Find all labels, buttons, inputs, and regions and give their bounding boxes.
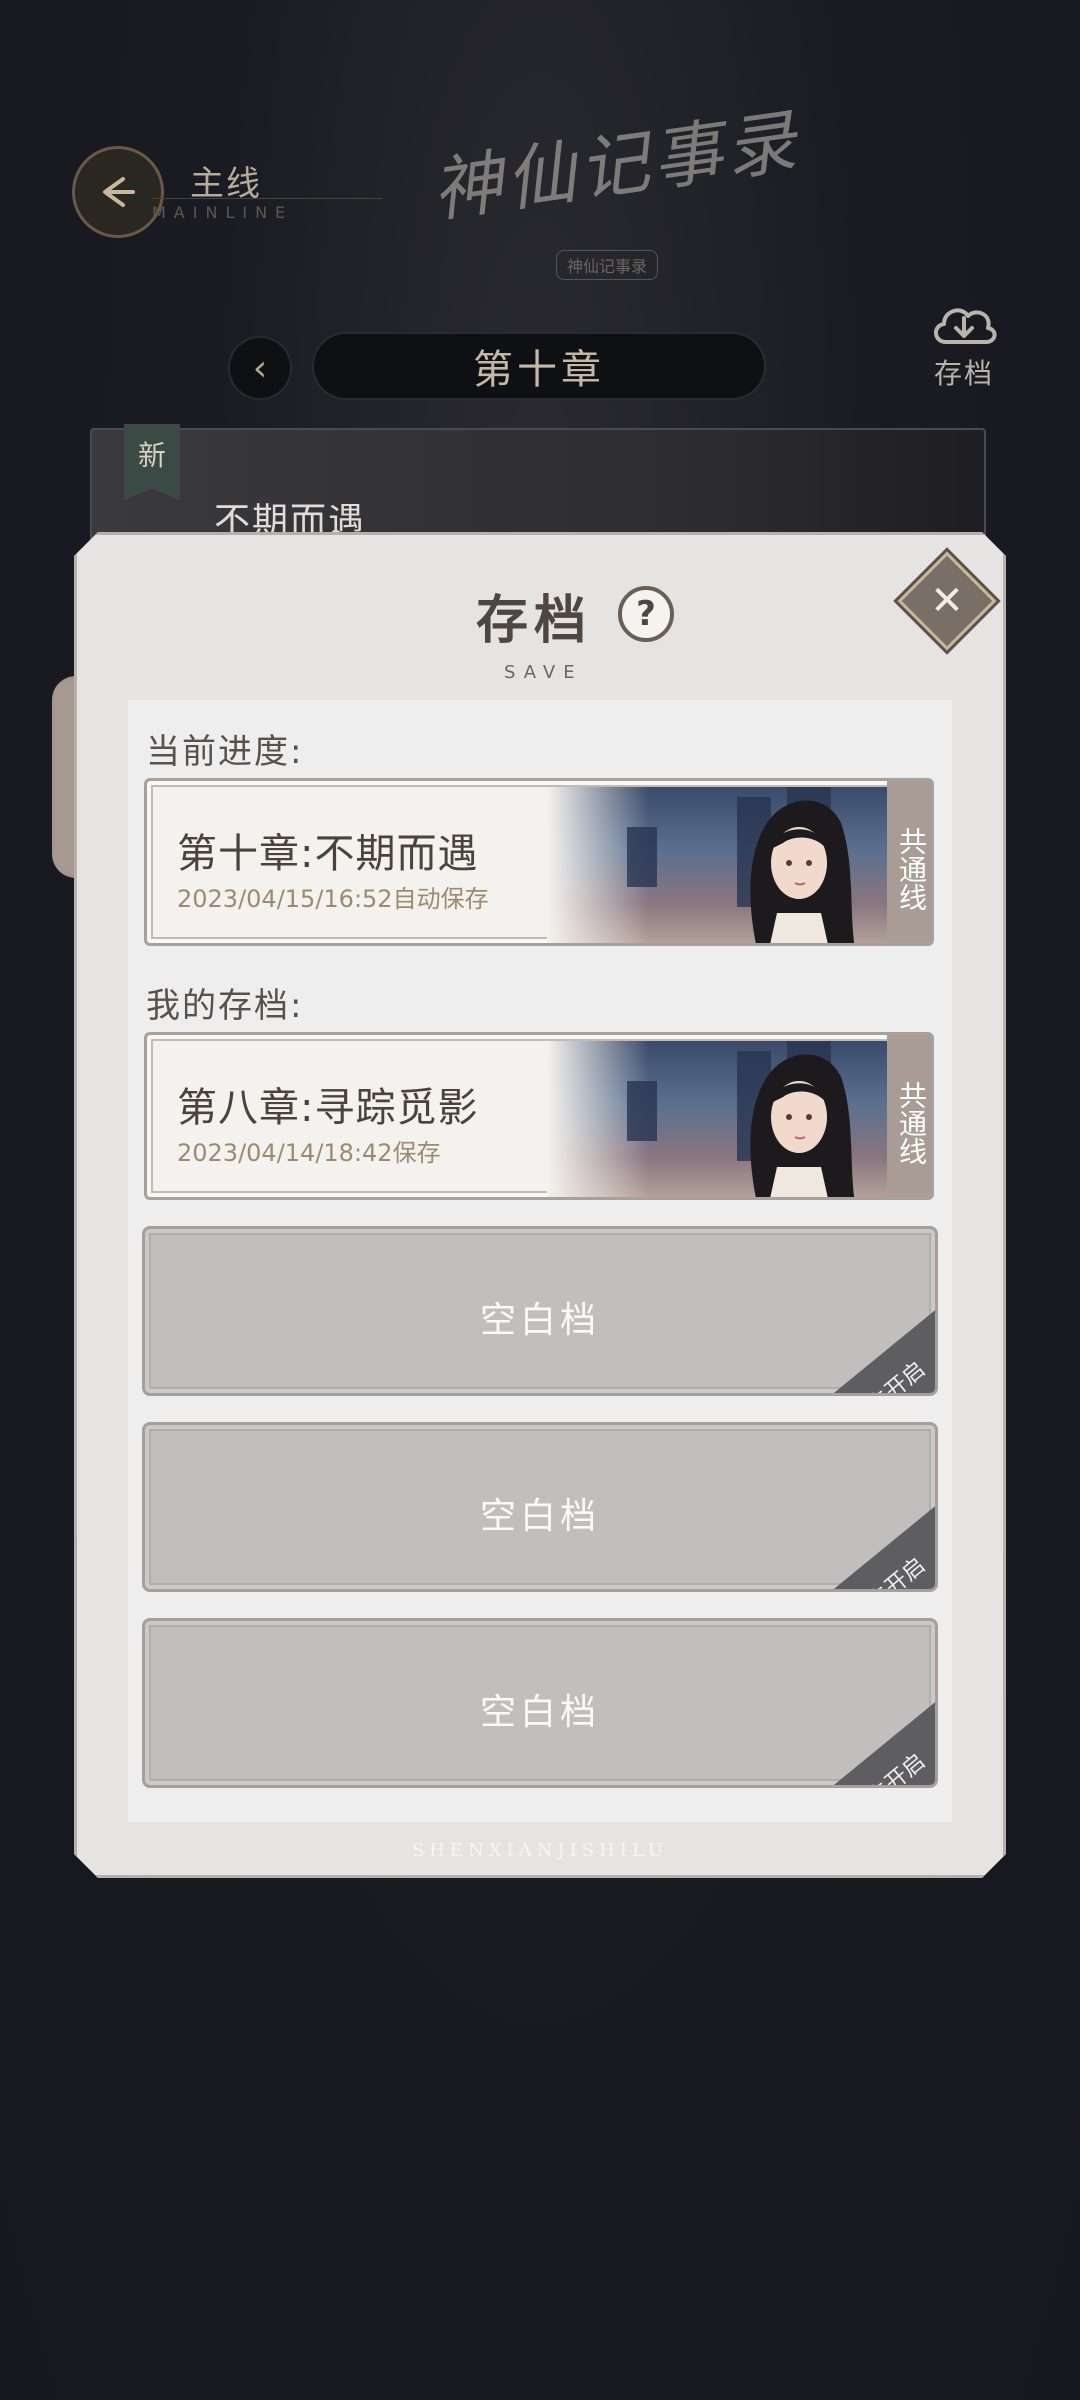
save-timestamp: 2023/04/15/16:52自动保存 <box>177 885 489 913</box>
empty-save-slot[interactable]: 空白档 未开启 <box>142 1226 938 1396</box>
modal-subtitle: SAVE <box>504 662 583 683</box>
game-logo-sub: 神仙记事录 <box>556 250 659 280</box>
empty-save-slot[interactable]: 空白档 未开启 <box>142 1618 938 1788</box>
top-save-label: 存档 <box>933 357 994 390</box>
save-title: 第十章:不期而遇 <box>177 831 479 877</box>
empty-save-slot[interactable]: 空白档 未开启 <box>142 1422 938 1592</box>
character-portrait <box>750 800 855 943</box>
save-slot-card[interactable]: 第八章:寻踪觅影 2023/04/14/18:42保存 共通线 <box>144 1032 934 1200</box>
empty-slot-label: 空白档 <box>479 1496 600 1537</box>
page-subtitle: MAINLINE <box>152 198 382 222</box>
empty-slot-label: 空白档 <box>479 1692 600 1733</box>
save-title: 第八章:寻踪觅影 <box>177 1085 479 1131</box>
current-progress-label: 当前进度: <box>146 732 304 772</box>
save-thumbnail <box>547 787 887 943</box>
route-tag: 共通线 <box>887 1035 931 1197</box>
game-logo: 神仙记事录 <box>426 99 805 233</box>
footer-watermark: SHENXIANJISHILU <box>411 1840 669 1861</box>
cloud-download-icon <box>934 308 997 344</box>
top-save-button[interactable]: 存档 <box>914 296 1014 406</box>
current-save-card[interactable]: 第十章:不期而遇 2023/04/15/16:52自动保存 共通线 <box>144 778 934 946</box>
route-tag: 共通线 <box>887 781 931 943</box>
chapter-prev-button[interactable]: ‹ <box>228 336 292 400</box>
modal-title: 存档 <box>476 590 593 651</box>
close-icon: ✕ <box>930 578 964 624</box>
back-button[interactable] <box>72 146 164 238</box>
chapter-title: 第十章 <box>312 332 766 400</box>
back-arrow-icon <box>103 177 135 207</box>
chevron-left-icon: ‹ <box>252 347 268 389</box>
my-saves-label: 我的存档: <box>146 986 304 1026</box>
save-thumbnail <box>547 1041 887 1197</box>
help-icon[interactable]: ? <box>618 586 674 642</box>
character-portrait <box>750 1054 855 1197</box>
empty-slot-label: 空白档 <box>479 1300 600 1341</box>
save-timestamp: 2023/04/14/18:42保存 <box>177 1139 441 1167</box>
